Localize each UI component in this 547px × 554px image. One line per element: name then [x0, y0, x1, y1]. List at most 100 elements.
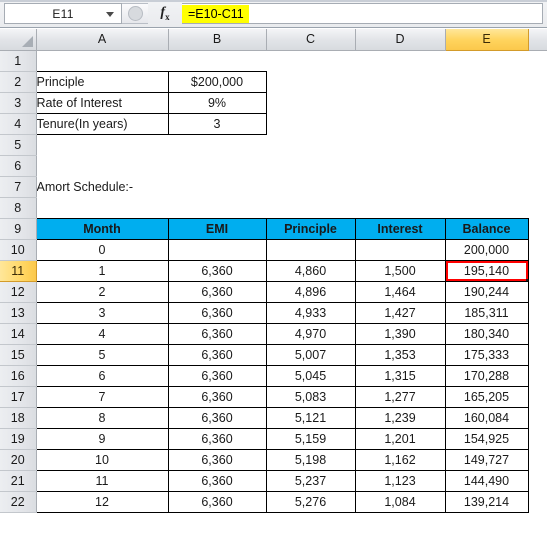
cell-f5[interactable] — [528, 134, 547, 155]
cell-d16-interest[interactable]: 1,315 — [354, 364, 446, 387]
amort-col-month[interactable]: Month — [35, 217, 169, 240]
cell-c16-principle[interactable]: 5,045 — [265, 364, 356, 387]
cell-d13-interest[interactable]: 1,427 — [354, 301, 446, 324]
circle-icon[interactable] — [127, 6, 143, 21]
cell-e8[interactable] — [445, 197, 528, 218]
cell-a6[interactable] — [36, 155, 168, 176]
cell-e1[interactable] — [445, 50, 528, 71]
column-header-a[interactable]: A — [36, 29, 169, 51]
name-box[interactable]: E11 — [4, 3, 122, 24]
cell-f19[interactable] — [528, 428, 547, 449]
cell-d12-interest[interactable]: 1,464 — [354, 280, 446, 303]
row-header-13[interactable]: 13 — [0, 302, 37, 324]
cell-e20-balance[interactable]: 149,727 — [444, 448, 529, 471]
cell-a10-month[interactable]: 0 — [35, 238, 169, 261]
cell-c5[interactable] — [266, 134, 355, 155]
row-header-7[interactable]: 7 — [0, 176, 37, 198]
cell-c18-principle[interactable]: 5,121 — [265, 406, 356, 429]
cell-f11[interactable] — [528, 260, 547, 281]
cell-a12-month[interactable]: 2 — [35, 280, 169, 303]
amort-col-emi[interactable]: EMI — [167, 217, 267, 240]
cell-f18[interactable] — [528, 407, 547, 428]
cell-c22-principle[interactable]: 5,276 — [265, 490, 356, 513]
row-header-12[interactable]: 12 — [0, 281, 37, 303]
cell-b22-emi[interactable]: 6,360 — [167, 490, 267, 513]
row-header-22[interactable]: 22 — [0, 491, 37, 513]
cell-d11-interest[interactable]: 1,500 — [354, 259, 446, 282]
row-header-15[interactable]: 15 — [0, 344, 37, 366]
cell-f3[interactable] — [528, 92, 547, 113]
row-header-2[interactable]: 2 — [0, 71, 37, 93]
cell-f10[interactable] — [528, 239, 547, 260]
row-header-8[interactable]: 8 — [0, 197, 37, 219]
cell-b21-emi[interactable]: 6,360 — [167, 469, 267, 492]
formula-bar-buttons[interactable] — [122, 3, 148, 24]
cell-d14-interest[interactable]: 1,390 — [354, 322, 446, 345]
cell-f21[interactable] — [528, 470, 547, 491]
cell-e15-balance[interactable]: 175,333 — [444, 343, 529, 366]
cell-a3-rate-label[interactable]: Rate of Interest — [35, 91, 169, 114]
cell-d6[interactable] — [355, 155, 445, 176]
cell-d8[interactable] — [355, 197, 445, 218]
cell-b6[interactable] — [168, 155, 266, 176]
row-header-11[interactable]: 11 — [0, 260, 37, 282]
row-header-21[interactable]: 21 — [0, 470, 37, 492]
cell-c13-principle[interactable]: 4,933 — [265, 301, 356, 324]
cell-d2[interactable] — [355, 71, 445, 92]
cell-a5[interactable] — [36, 134, 168, 155]
cell-e13-balance[interactable]: 185,311 — [444, 301, 529, 324]
cell-d18-interest[interactable]: 1,239 — [354, 406, 446, 429]
cell-a19-month[interactable]: 9 — [35, 427, 169, 450]
formula-input[interactable]: =E10-C11 — [182, 3, 543, 24]
row-header-19[interactable]: 19 — [0, 428, 37, 450]
cell-b20-emi[interactable]: 6,360 — [167, 448, 267, 471]
cell-d17-interest[interactable]: 1,277 — [354, 385, 446, 408]
cell-e6[interactable] — [445, 155, 528, 176]
fill-handle[interactable] — [525, 278, 527, 280]
cell-a7-section-title[interactable]: Amort Schedule:- — [36, 176, 168, 197]
amort-col-balance[interactable]: Balance — [444, 217, 529, 240]
cell-e7[interactable] — [445, 176, 528, 197]
cell-f7[interactable] — [528, 176, 547, 197]
cell-f12[interactable] — [528, 281, 547, 302]
cell-e3[interactable] — [445, 92, 528, 113]
cell-e17-balance[interactable]: 165,205 — [444, 385, 529, 408]
amort-col-interest[interactable]: Interest — [354, 217, 446, 240]
cell-c6[interactable] — [266, 155, 355, 176]
row-header-1[interactable]: 1 — [0, 50, 37, 72]
row-header-3[interactable]: 3 — [0, 92, 37, 114]
chevron-down-icon[interactable] — [106, 11, 114, 17]
cell-d5[interactable] — [355, 134, 445, 155]
row-header-10[interactable]: 10 — [0, 239, 37, 261]
cell-e10-balance[interactable]: 200,000 — [444, 238, 529, 261]
row-header-16[interactable]: 16 — [0, 365, 37, 387]
cell-f9[interactable] — [528, 218, 547, 239]
cell-c12-principle[interactable]: 4,896 — [265, 280, 356, 303]
cell-a4-tenure-label[interactable]: Tenure(In years) — [35, 112, 169, 135]
cell-e12-balance[interactable]: 190,244 — [444, 280, 529, 303]
cell-c1[interactable] — [266, 50, 355, 71]
cell-c17-principle[interactable]: 5,083 — [265, 385, 356, 408]
cell-f4[interactable] — [528, 113, 547, 134]
cell-d4[interactable] — [355, 113, 445, 134]
cell-e21-balance[interactable]: 144,490 — [444, 469, 529, 492]
column-header-f[interactable] — [528, 29, 547, 51]
amort-col-principle[interactable]: Principle — [265, 217, 356, 240]
cell-b18-emi[interactable]: 6,360 — [167, 406, 267, 429]
cell-f20[interactable] — [528, 449, 547, 470]
row-header-14[interactable]: 14 — [0, 323, 37, 345]
cell-f13[interactable] — [528, 302, 547, 323]
cell-f6[interactable] — [528, 155, 547, 176]
cell-b12-emi[interactable]: 6,360 — [167, 280, 267, 303]
cell-c20-principle[interactable]: 5,198 — [265, 448, 356, 471]
column-header-d[interactable]: D — [355, 29, 446, 51]
cell-a17-month[interactable]: 7 — [35, 385, 169, 408]
cell-e11-balance-active[interactable]: 195,140 — [444, 259, 529, 282]
cell-d10-interest[interactable] — [354, 238, 446, 261]
cell-f15[interactable] — [528, 344, 547, 365]
cell-f22[interactable] — [528, 491, 547, 512]
cell-c4[interactable] — [266, 113, 355, 134]
row-header-6[interactable]: 6 — [0, 155, 37, 177]
cell-f1[interactable] — [528, 50, 547, 71]
cell-b13-emi[interactable]: 6,360 — [167, 301, 267, 324]
